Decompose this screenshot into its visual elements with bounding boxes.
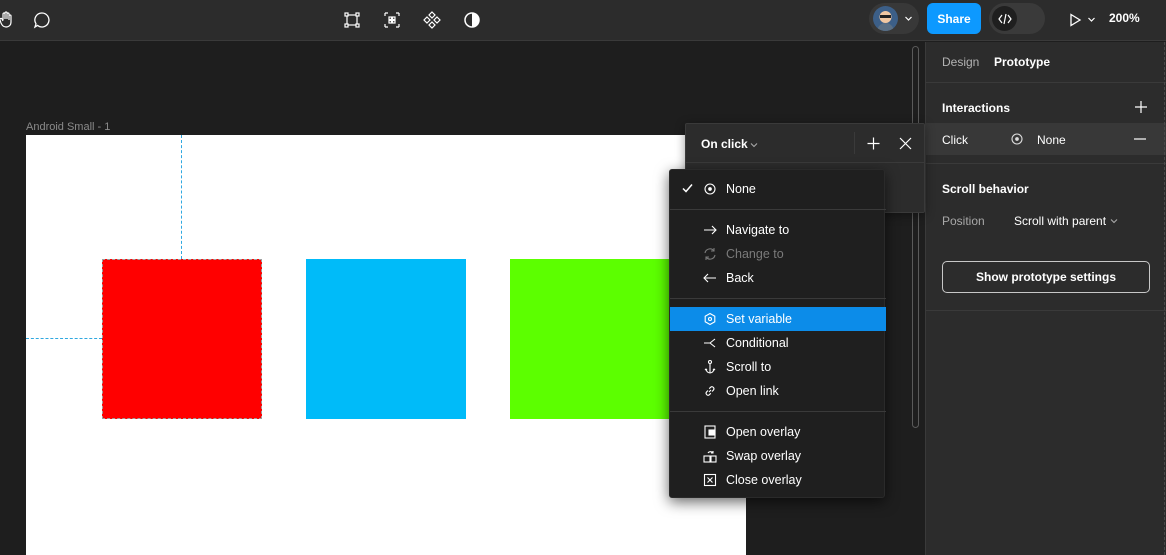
play-chevron-icon[interactable] — [1087, 15, 1096, 24]
remove-interaction-icon[interactable] — [1134, 138, 1146, 140]
divider — [670, 298, 886, 299]
checkmark-icon — [682, 183, 693, 194]
action-dropdown-menu: None Navigate to Change to Back Set vari… — [669, 169, 886, 498]
arrow-left-icon — [702, 270, 718, 286]
tab-prototype[interactable]: Prototype — [994, 55, 1050, 69]
zoom-level[interactable]: 200% — [1109, 11, 1140, 25]
trigger-select[interactable]: On click — [701, 137, 748, 151]
divider — [926, 163, 1166, 164]
divider — [670, 209, 886, 210]
divider — [670, 411, 886, 412]
share-button[interactable]: Share — [927, 3, 981, 34]
position-label: Position — [942, 214, 985, 228]
red-rectangle[interactable] — [102, 259, 262, 419]
chevron-down-icon[interactable] — [1110, 217, 1118, 225]
scroll-behavior-title: Scroll behavior — [942, 182, 1029, 196]
interactions-title: Interactions — [942, 101, 1011, 115]
hand-icon[interactable] — [0, 7, 20, 33]
chevron-down-icon — [904, 14, 913, 23]
frame-tool-icon[interactable] — [339, 7, 365, 33]
open-overlay-icon — [702, 424, 718, 440]
measure-guide-vertical — [181, 135, 182, 259]
frame-label[interactable]: Android Small - 1 — [26, 121, 110, 133]
play-icon[interactable] — [1062, 7, 1088, 33]
divider — [926, 82, 1166, 83]
close-overlay-icon — [702, 472, 718, 488]
components-icon[interactable] — [419, 7, 445, 33]
target-icon — [1011, 133, 1023, 145]
menu-item-change-to: Change to — [670, 242, 886, 266]
swap-cycle-icon — [702, 246, 718, 262]
target-icon — [702, 181, 718, 197]
avatar — [873, 6, 898, 31]
swap-overlay-icon — [702, 448, 718, 464]
show-prototype-settings-button[interactable]: Show prototype settings — [942, 261, 1150, 293]
menu-item-scroll-to[interactable]: Scroll to — [670, 355, 886, 379]
close-icon[interactable] — [899, 137, 912, 150]
properties-panel: Design Prototype Interactions Click None… — [925, 42, 1166, 555]
code-icon — [992, 6, 1017, 31]
menu-item-open-overlay[interactable]: Open overlay — [670, 420, 886, 444]
interaction-action: None — [1037, 133, 1066, 147]
position-select[interactable]: Scroll with parent — [1014, 214, 1106, 228]
branch-icon — [702, 335, 718, 351]
divider — [854, 132, 855, 154]
menu-item-conditional[interactable]: Conditional — [670, 331, 886, 355]
variable-icon — [702, 311, 718, 327]
interaction-row[interactable]: Click None — [926, 123, 1166, 155]
interaction-trigger: Click — [942, 133, 968, 147]
menu-item-set-variable[interactable]: Set variable — [670, 307, 886, 331]
menu-item-back[interactable]: Back — [670, 266, 886, 290]
menu-item-navigate-to[interactable]: Navigate to — [670, 218, 886, 242]
add-interaction-icon[interactable] — [1134, 100, 1148, 114]
menu-item-swap-overlay[interactable]: Swap overlay — [670, 444, 886, 468]
top-toolbar: Share 200% — [0, 0, 1166, 41]
menu-item-open-link[interactable]: Open link — [670, 379, 886, 403]
chevron-down-icon[interactable] — [750, 141, 758, 149]
contrast-icon[interactable] — [459, 7, 485, 33]
comment-icon[interactable] — [29, 7, 55, 33]
blue-rectangle[interactable] — [306, 259, 466, 419]
divider — [926, 310, 1166, 311]
component-grid-icon[interactable] — [379, 7, 405, 33]
dev-mode-toggle[interactable] — [989, 3, 1045, 34]
tab-design[interactable]: Design — [942, 55, 979, 69]
green-rectangle[interactable] — [510, 259, 670, 419]
menu-item-close-overlay[interactable]: Close overlay — [670, 468, 886, 492]
divider — [686, 162, 924, 163]
measure-guide-horizontal — [26, 338, 102, 339]
arrow-right-icon — [702, 222, 718, 238]
add-icon[interactable] — [867, 137, 880, 150]
anchor-icon — [702, 359, 718, 375]
user-menu[interactable] — [869, 3, 919, 34]
link-icon — [702, 383, 718, 399]
menu-item-none[interactable]: None — [670, 177, 886, 201]
canvas-scrollbar[interactable] — [912, 46, 919, 428]
